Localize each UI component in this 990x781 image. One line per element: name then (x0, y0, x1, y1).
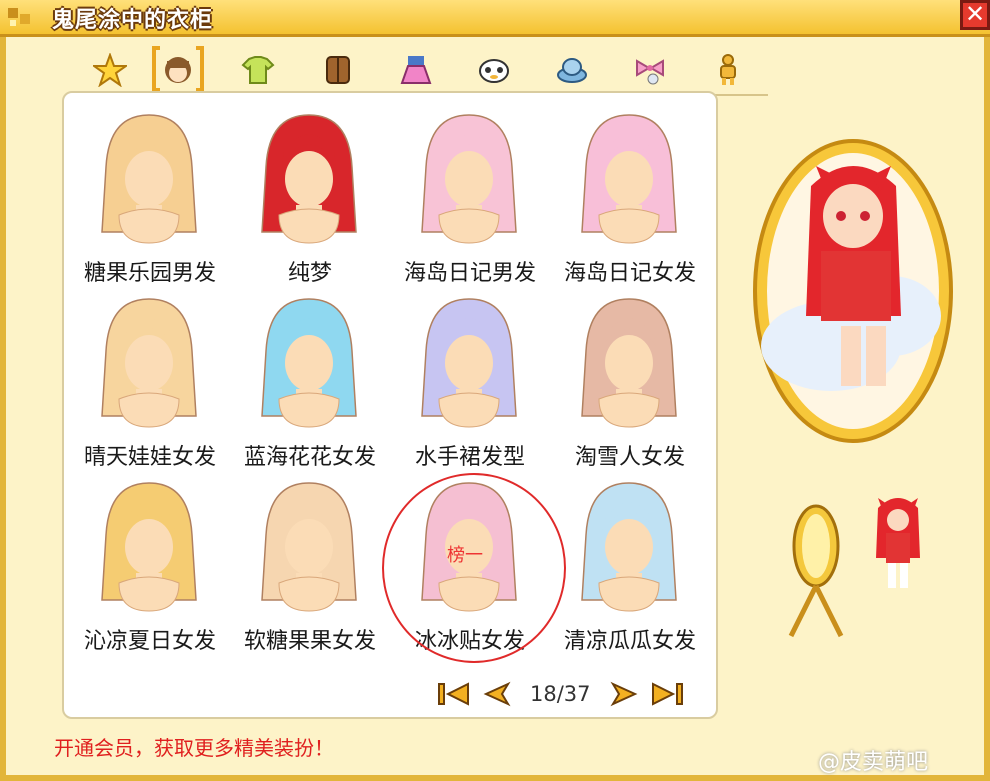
hair-item[interactable]: 淘雪人女发 (550, 291, 710, 471)
hair-item[interactable]: 水手裙发型 (390, 291, 550, 471)
hair-icon (165, 57, 191, 83)
hair-preview-icon (581, 482, 677, 612)
close-button[interactable]: ✕ (960, 0, 990, 30)
hair-item[interactable]: 糖果乐园男发 (70, 107, 230, 287)
item-name: 软糖果果女发 (243, 629, 376, 654)
prev-page-icon[interactable] (478, 680, 514, 708)
item-panel: 糖果乐园男发 纯梦 海岛日记男发 海岛日记女发 晴天娃娃女发 蓝海花花女发 水手… (62, 91, 718, 719)
tab-hats[interactable] (550, 48, 594, 92)
window-title: 鬼尾涂中的衣柜 (52, 8, 214, 33)
page-indicator: 18/37 (530, 682, 591, 706)
hair-preview-icon (421, 114, 517, 244)
hair-preview-icon (101, 298, 197, 428)
hair-preview-icon (261, 298, 357, 428)
highlight-circle (382, 473, 566, 663)
title-bar: 鬼尾涂中的衣柜 ✕ (0, 0, 990, 37)
hair-item[interactable]: 蓝海花花女发 (230, 291, 390, 471)
mirror-icon[interactable] (781, 501, 851, 641)
item-name: 海岛日记女发 (563, 261, 696, 286)
watermark: @皮卖萌吧 (818, 750, 929, 775)
first-page-icon[interactable] (436, 680, 472, 708)
skirt-icon (400, 56, 432, 84)
tab-outfits[interactable] (316, 48, 360, 92)
tab-hair[interactable] (152, 46, 204, 92)
body-icon (720, 54, 736, 85)
item-name: 纯梦 (287, 261, 332, 286)
hair-item[interactable]: 海岛日记男发 (390, 107, 550, 287)
shirt-icon (241, 56, 275, 84)
bow-icon (636, 59, 664, 85)
tab-bottoms[interactable] (394, 48, 438, 92)
item-name: 水手裙发型 (414, 445, 525, 470)
title-ornament-icon (8, 8, 30, 26)
hair-item[interactable]: 清凉瓜瓜女发 (550, 475, 710, 655)
hair-item[interactable]: 沁凉夏日女发 (70, 475, 230, 655)
wardrobe-window: 鬼尾涂中的衣柜 ✕ 糖果乐园男发 纯梦 海岛日记男发 海岛日记女发 晴天娃娃女发… (0, 0, 990, 781)
item-name: 晴天娃娃女发 (83, 445, 216, 470)
item-name: 海岛日记男发 (403, 261, 536, 286)
mini-character-icon (876, 498, 920, 588)
hair-preview-icon (101, 114, 197, 244)
next-page-icon[interactable] (607, 680, 643, 708)
tab-favorites[interactable] (88, 48, 132, 92)
hat-icon (557, 58, 587, 83)
item-name: 清凉瓜瓜女发 (563, 629, 696, 654)
pagination: 18/37 (436, 677, 685, 711)
coat-icon (326, 56, 350, 84)
hair-preview-icon (101, 482, 197, 612)
hair-preview-icon (581, 298, 677, 428)
hair-item[interactable]: 软糖果果女发 (230, 475, 390, 655)
item-name: 蓝海花花女发 (243, 445, 376, 470)
hair-item[interactable]: 海岛日记女发 (550, 107, 710, 287)
tab-accessories[interactable] (628, 48, 672, 92)
hair-preview-icon (581, 114, 677, 244)
close-icon: ✕ (964, 0, 986, 28)
hair-preview-icon (261, 114, 357, 244)
rank-label: 榜一 (447, 545, 483, 566)
vip-promo-link[interactable]: 开通会员，获取更多精美装扮！ (54, 732, 334, 761)
tab-tops[interactable] (236, 48, 280, 92)
item-name: 沁凉夏日女发 (83, 629, 216, 654)
hair-preview-icon (421, 298, 517, 428)
face-icon (479, 59, 509, 83)
last-page-icon[interactable] (649, 680, 685, 708)
item-name: 淘雪人女发 (574, 445, 685, 470)
character-portrait (753, 139, 953, 443)
tab-body[interactable] (706, 48, 750, 92)
star-icon (93, 53, 127, 87)
tab-face[interactable] (472, 48, 516, 92)
item-name: 糖果乐园男发 (83, 261, 216, 286)
hair-item[interactable]: 纯梦 (230, 107, 390, 287)
category-tabs (88, 44, 768, 96)
hair-preview-icon (261, 482, 357, 612)
hair-item[interactable]: 晴天娃娃女发 (70, 291, 230, 471)
